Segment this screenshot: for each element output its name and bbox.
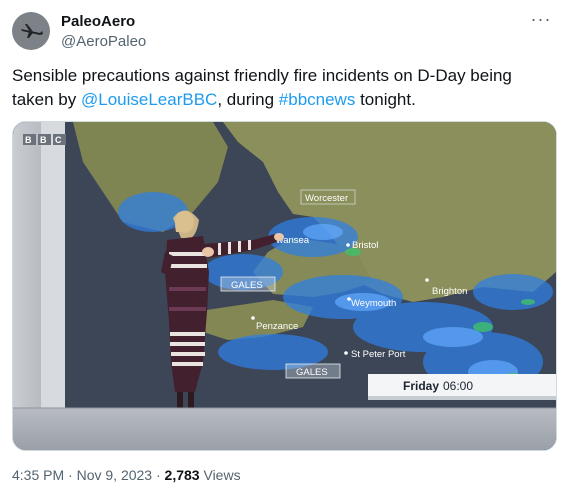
place-label: Brighton bbox=[432, 286, 467, 297]
svg-text:B: B bbox=[40, 135, 47, 145]
place-label: Bristol bbox=[352, 240, 378, 251]
mention-link[interactable]: @LouiseLearBBC bbox=[81, 90, 217, 109]
views-count: 2,783 bbox=[164, 467, 200, 483]
tweet-text-part: tonight. bbox=[355, 90, 416, 109]
bbc-logo: B B C bbox=[23, 134, 66, 145]
place-label: St Peter Port bbox=[351, 349, 406, 360]
wind-label: GALES bbox=[296, 367, 328, 378]
place-label: Penzance bbox=[256, 321, 298, 332]
views-label: Views bbox=[203, 467, 241, 483]
forecast-time-box: Friday 06:00 bbox=[368, 374, 556, 400]
hashtag-link[interactable]: #bbcnews bbox=[279, 90, 356, 109]
place-label: Worcester bbox=[305, 193, 348, 204]
svg-text:B: B bbox=[25, 135, 32, 145]
tweet-footer: 4:35 PM · Nov 9, 2023 · 2,783 Views bbox=[12, 467, 241, 483]
wind-label: GALES bbox=[231, 280, 263, 291]
forecast-day: Friday bbox=[403, 379, 439, 393]
user-handle[interactable]: @AeroPaleo bbox=[61, 33, 146, 50]
user-display-name[interactable]: PaleoAero bbox=[61, 13, 135, 30]
place-label: Weymouth bbox=[351, 298, 396, 309]
svg-text:C: C bbox=[55, 135, 62, 145]
tweet-time[interactable]: 4:35 PM bbox=[12, 467, 64, 483]
tweet-media-image[interactable]: B B C Worcester Swansea Bristol Brighton… bbox=[12, 121, 557, 451]
forecast-time: 06:00 bbox=[443, 379, 473, 393]
tweet-header: PaleoAero @AeroPaleo ··· bbox=[12, 10, 558, 56]
avatar[interactable] bbox=[12, 12, 50, 50]
airplane-silhouette-icon bbox=[21, 24, 43, 38]
tweet-date[interactable]: Nov 9, 2023 bbox=[77, 467, 153, 483]
tweet-text: Sensible precautions against friendly fi… bbox=[12, 64, 552, 112]
separator: · bbox=[155, 467, 161, 483]
more-options-icon[interactable]: ··· bbox=[528, 10, 554, 32]
separator: · bbox=[68, 467, 73, 483]
tweet-text-part: , during bbox=[217, 90, 279, 109]
